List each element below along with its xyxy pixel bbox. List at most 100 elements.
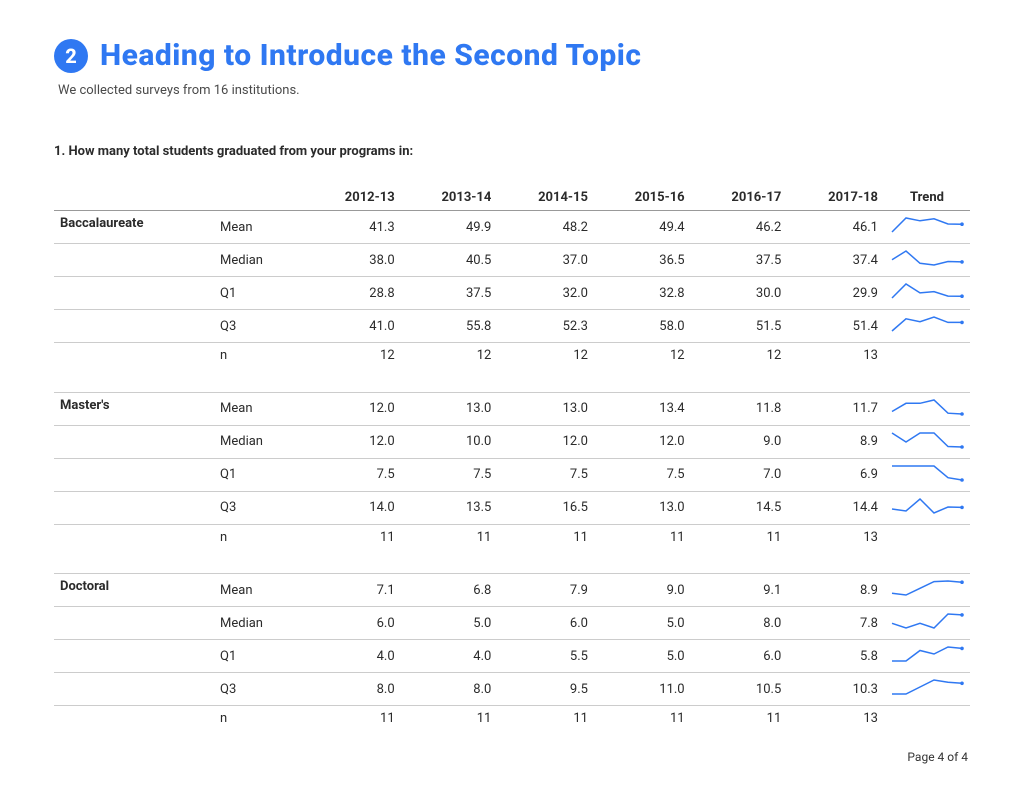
table-row: n111111111113 xyxy=(54,524,970,550)
value-cell: 11 xyxy=(304,524,401,550)
col-2012-13: 2012-13 xyxy=(304,185,401,211)
value-cell: 37.5 xyxy=(691,244,788,277)
group-label xyxy=(54,673,214,706)
value-cell: 29.9 xyxy=(787,277,884,310)
value-cell: 55.8 xyxy=(401,310,498,343)
trend-cell xyxy=(884,607,970,640)
value-cell: 28.8 xyxy=(304,277,401,310)
page-heading: 2 Heading to Introduce the Second Topic xyxy=(54,38,970,73)
value-cell: 49.9 xyxy=(401,211,498,244)
sparkline-icon xyxy=(890,315,964,333)
stat-label: Q3 xyxy=(214,673,304,706)
value-cell: 6.8 xyxy=(401,574,498,607)
sparkline-icon xyxy=(890,398,964,416)
value-cell: 46.1 xyxy=(787,211,884,244)
value-cell: 13.0 xyxy=(401,392,498,425)
value-cell: 7.8 xyxy=(787,607,884,640)
value-cell: 11 xyxy=(691,524,788,550)
group-label xyxy=(54,244,214,277)
trend-cell xyxy=(884,491,970,524)
value-cell: 16.5 xyxy=(497,491,594,524)
value-cell: 6.0 xyxy=(304,607,401,640)
table-row: n121212121213 xyxy=(54,343,970,369)
stat-label: Q1 xyxy=(214,277,304,310)
value-cell: 14.4 xyxy=(787,491,884,524)
table-row: Q341.055.852.358.051.551.4 xyxy=(54,310,970,343)
value-cell: 37.5 xyxy=(401,277,498,310)
value-cell: 48.2 xyxy=(497,211,594,244)
value-cell: 11.7 xyxy=(787,392,884,425)
group-label xyxy=(54,277,214,310)
group-label xyxy=(54,640,214,673)
stat-label: n xyxy=(214,706,304,732)
stat-label: Median xyxy=(214,244,304,277)
col-trend: Trend xyxy=(884,185,970,211)
page-footer: Page 4 of 4 xyxy=(907,750,968,764)
stat-label: Mean xyxy=(214,574,304,607)
stat-label: Q1 xyxy=(214,458,304,491)
value-cell: 9.0 xyxy=(594,574,691,607)
group-label xyxy=(54,458,214,491)
value-cell: 12 xyxy=(691,343,788,369)
value-cell: 13.5 xyxy=(401,491,498,524)
value-cell: 12.0 xyxy=(304,392,401,425)
stat-label: Q3 xyxy=(214,310,304,343)
value-cell: 7.0 xyxy=(691,458,788,491)
col-stat xyxy=(214,185,304,211)
value-cell: 4.0 xyxy=(304,640,401,673)
value-cell: 9.5 xyxy=(497,673,594,706)
value-cell: 41.0 xyxy=(304,310,401,343)
trend-cell xyxy=(884,524,970,550)
value-cell: 7.5 xyxy=(304,458,401,491)
value-cell: 5.0 xyxy=(401,607,498,640)
stat-label: n xyxy=(214,343,304,369)
value-cell: 14.0 xyxy=(304,491,401,524)
value-cell: 13.4 xyxy=(594,392,691,425)
group-label: Baccalaureate xyxy=(54,211,214,244)
stat-label: Median xyxy=(214,425,304,458)
page-subtitle: We collected surveys from 16 institution… xyxy=(58,83,970,98)
sparkline-icon xyxy=(890,497,964,515)
value-cell: 41.3 xyxy=(304,211,401,244)
value-cell: 58.0 xyxy=(594,310,691,343)
table-row: Q38.08.09.511.010.510.3 xyxy=(54,673,970,706)
stat-label: Median xyxy=(214,607,304,640)
sparkline-icon xyxy=(890,464,964,482)
group-spacer xyxy=(54,550,970,574)
sparkline-icon xyxy=(890,645,964,663)
value-cell: 7.1 xyxy=(304,574,401,607)
table-row: Median6.05.06.05.08.07.8 xyxy=(54,607,970,640)
value-cell: 5.0 xyxy=(594,607,691,640)
trend-cell xyxy=(884,706,970,732)
value-cell: 36.5 xyxy=(594,244,691,277)
col-2015-16: 2015-16 xyxy=(594,185,691,211)
value-cell: 8.0 xyxy=(691,607,788,640)
trend-cell xyxy=(884,244,970,277)
trend-cell xyxy=(884,277,970,310)
value-cell: 5.5 xyxy=(497,640,594,673)
table-row: Q128.837.532.032.830.029.9 xyxy=(54,277,970,310)
value-cell: 9.0 xyxy=(691,425,788,458)
stat-label: Mean xyxy=(214,392,304,425)
trend-cell xyxy=(884,211,970,244)
value-cell: 9.1 xyxy=(691,574,788,607)
group-label: Master's xyxy=(54,392,214,425)
value-cell: 10.3 xyxy=(787,673,884,706)
sparkline-icon xyxy=(890,678,964,696)
question-1-label: 1. How many total students graduated fro… xyxy=(54,144,970,159)
trend-cell xyxy=(884,640,970,673)
value-cell: 12.0 xyxy=(594,425,691,458)
section-number-badge: 2 xyxy=(54,39,88,73)
value-cell: 12 xyxy=(304,343,401,369)
group-spacer xyxy=(54,368,970,392)
group-label xyxy=(54,524,214,550)
value-cell: 12 xyxy=(594,343,691,369)
col-2017-18: 2017-18 xyxy=(787,185,884,211)
value-cell: 11.0 xyxy=(594,673,691,706)
trend-cell xyxy=(884,458,970,491)
value-cell: 5.0 xyxy=(594,640,691,673)
sparkline-icon xyxy=(890,431,964,449)
table-row: Median12.010.012.012.09.08.9 xyxy=(54,425,970,458)
value-cell: 12 xyxy=(401,343,498,369)
value-cell: 49.4 xyxy=(594,211,691,244)
